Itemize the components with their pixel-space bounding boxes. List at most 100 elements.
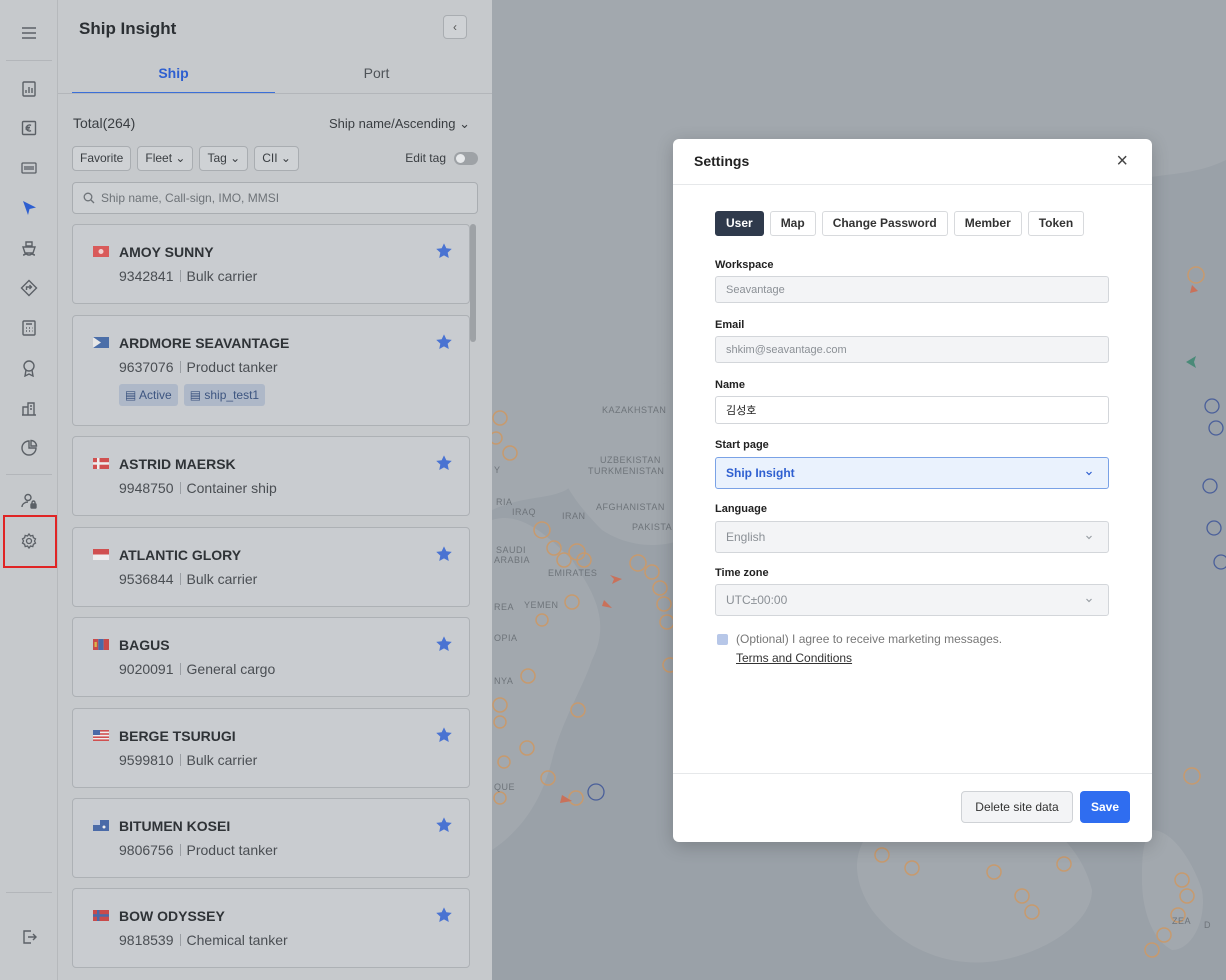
save-button[interactable]: Save (1080, 791, 1130, 823)
route-icon[interactable] (14, 273, 44, 303)
tab-port[interactable]: Port (275, 58, 478, 94)
filter-label: Fleet (145, 151, 173, 165)
tab-map[interactable]: Map (769, 211, 816, 236)
ship-meta: 9806756 Product tanker (119, 842, 278, 858)
tag-icon: ▤ (189, 388, 205, 402)
language-label: Language (715, 503, 767, 515)
chevron-down-icon (1086, 598, 1092, 603)
star-icon[interactable] (435, 333, 453, 351)
sort-label: Ship name/Ascending (328, 116, 456, 131)
filter-fleet-button[interactable]: Fleet ⌄ (137, 146, 194, 171)
navigation-icon[interactable] (14, 193, 44, 223)
chevron-down-icon (1086, 535, 1092, 540)
ship-type: Product tanker (186, 359, 278, 375)
tab-ship[interactable]: Ship (72, 58, 275, 94)
close-icon[interactable]: × (1116, 151, 1128, 171)
flag-icon (93, 337, 109, 348)
map-label: TURKMENISTAN (588, 466, 665, 476)
ship-imo: 9536844 (119, 571, 174, 587)
ship-card[interactable]: ARDMORE SEAVANTAGE 9637076 Product tanker… (72, 315, 470, 426)
map-label: ZEA (1172, 916, 1192, 926)
ship-card[interactable]: ASTRID MAERSK 9948750 Container ship (72, 436, 470, 516)
rail-divider (6, 892, 52, 893)
filter-favorite-button[interactable]: Favorite (72, 146, 132, 171)
tag-label: ship_test1 (204, 388, 260, 402)
tag-chip[interactable]: ▤ Active (119, 384, 178, 406)
workspace-label: Workspace (715, 259, 774, 271)
user-lock-icon[interactable] (14, 486, 44, 516)
logout-icon[interactable] (14, 922, 44, 952)
ship-card[interactable]: AMOY SUNNY 9342841 Bulk carrier (72, 224, 470, 304)
tab-member[interactable]: Member (953, 211, 1022, 236)
map-label: Y (494, 465, 501, 475)
timezone-label: Time zone (715, 567, 769, 579)
flag-icon (93, 639, 109, 650)
star-icon[interactable] (435, 242, 453, 260)
terms-link[interactable]: Terms and Conditions (736, 651, 1002, 665)
cargo-icon[interactable] (14, 393, 44, 423)
ship-card[interactable]: BERGE TSURUGI 9599810 Bulk carrier (72, 708, 470, 788)
barcode-icon[interactable] (14, 153, 44, 183)
ship-tags: ▤ Active ▤ ship_test1 (119, 384, 266, 406)
workspace-field: Seavantage (715, 276, 1109, 303)
euro-icon[interactable] (14, 113, 44, 143)
edit-tag-toggle[interactable] (454, 151, 478, 165)
filter-bar: Favorite Fleet ⌄ Tag ⌄ CII ⌄ (72, 146, 299, 171)
star-icon[interactable] (435, 454, 453, 472)
map-label: UZBEKISTAN (600, 455, 661, 465)
email-label: Email (715, 319, 745, 331)
ship-card[interactable]: BOW ODYSSEY 9818539 Chemical tanker (72, 888, 470, 968)
ship-imo: 9599810 (119, 752, 174, 768)
marketing-checkbox[interactable] (717, 634, 728, 645)
filter-tag-button[interactable]: Tag ⌄ (199, 146, 249, 171)
ship-imo: 9342841 (119, 268, 174, 284)
star-icon[interactable] (435, 816, 453, 834)
filter-cii-button[interactable]: CII ⌄ (254, 146, 299, 171)
ship-type: Chemical tanker (186, 932, 288, 948)
award-icon[interactable] (14, 353, 44, 383)
start-page-select[interactable]: Ship Insight (715, 457, 1109, 489)
star-icon[interactable] (435, 545, 453, 563)
ship-meta: 9637076 Product tanker (119, 359, 278, 375)
name-field[interactable]: 김성호 (715, 396, 1109, 424)
language-select: English (715, 521, 1109, 553)
map-label: AFGHANISTAN (596, 502, 665, 512)
ship-imo: 9818539 (119, 932, 174, 948)
report-icon[interactable] (14, 74, 44, 104)
marketing-consent: (Optional) I agree to receive marketing … (717, 632, 1002, 665)
ship-card[interactable]: BAGUS 9020091 General cargo (72, 617, 470, 697)
tab-change-password[interactable]: Change Password (821, 211, 948, 236)
sort-dropdown[interactable]: Ship name/Ascending ⌄ (329, 116, 470, 132)
ship-icon[interactable] (14, 233, 44, 263)
ship-card[interactable]: BITUMEN KOSEI 9806756 Product tanker (72, 798, 470, 878)
map-label: RIA (496, 497, 513, 507)
map-label: SAUDI (496, 545, 527, 555)
filter-label: Tag (207, 151, 227, 165)
tag-icon: ▤ (125, 388, 140, 402)
star-icon[interactable] (435, 635, 453, 653)
tag-chip[interactable]: ▤ ship_test1 (183, 384, 266, 406)
tab-token[interactable]: Token (1027, 211, 1085, 236)
email-value: shkim@seavantage.com (726, 343, 847, 356)
filter-label: CII (262, 151, 278, 165)
settings-modal: Settings × User Map Change Password Memb… (673, 139, 1152, 842)
map-label: D (1204, 920, 1211, 930)
list-scrollbar[interactable] (470, 224, 476, 342)
search-input[interactable] (101, 191, 461, 205)
star-icon[interactable] (435, 906, 453, 924)
tab-user[interactable]: User (715, 211, 764, 236)
map-label: IRAN (562, 511, 586, 521)
map-label: REA (494, 602, 515, 612)
ship-card[interactable]: ATLANTIC GLORY 9536844 Bulk carrier (72, 527, 470, 607)
menu-icon[interactable] (14, 18, 44, 48)
edit-tag-label: Edit tag (405, 151, 446, 165)
star-icon[interactable] (435, 726, 453, 744)
chevron-down-icon: ⌄ (230, 151, 241, 165)
calculator-icon[interactable] (14, 313, 44, 343)
pie-chart-icon[interactable] (14, 433, 44, 463)
flag-icon (93, 549, 109, 560)
email-field: shkim@seavantage.com (715, 336, 1109, 363)
ship-name: ARDMORE SEAVANTAGE (119, 335, 290, 351)
collapse-panel-button[interactable]: ‹ (443, 15, 467, 39)
delete-site-data-button[interactable]: Delete site data (961, 791, 1073, 823)
